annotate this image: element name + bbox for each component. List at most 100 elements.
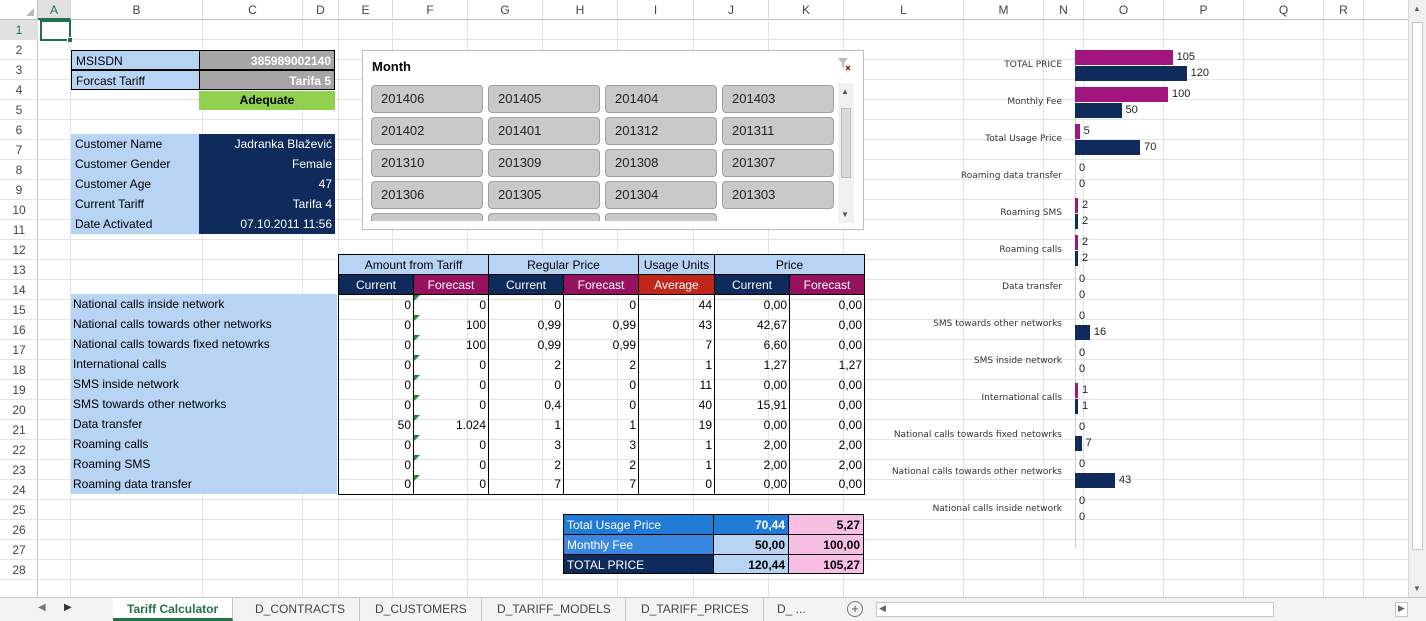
row-header[interactable]: 15 <box>0 300 38 320</box>
scroll-down-icon[interactable]: ▼ <box>841 210 849 219</box>
monthly-fee-current[interactable]: 50,00 <box>713 534 789 554</box>
table-cell[interactable]: 0,99 <box>563 314 639 335</box>
table-cell[interactable]: 0 <box>413 294 489 315</box>
table-cell[interactable]: 0 <box>488 294 564 315</box>
row-header[interactable]: 4 <box>0 80 38 100</box>
chart-bar[interactable] <box>1075 87 1168 102</box>
chart-bar[interactable] <box>1075 198 1078 213</box>
column-header[interactable]: J <box>694 0 769 20</box>
table-cell[interactable]: 42,67 <box>714 314 790 335</box>
table-cell[interactable]: 1,27 <box>714 354 790 375</box>
error-indicator-icon[interactable] <box>414 314 420 321</box>
table-cell[interactable]: 0 <box>413 394 489 415</box>
table-cell[interactable]: 1 <box>488 414 564 435</box>
total-usage-price-current[interactable]: 70,44 <box>713 514 789 534</box>
row-header[interactable]: 9 <box>0 180 38 200</box>
slicer-item[interactable]: 201310 <box>371 149 483 177</box>
table-cell[interactable]: 0 <box>563 394 639 415</box>
table-cell[interactable]: 0 <box>488 374 564 395</box>
table-cell[interactable]: 1 <box>638 354 715 375</box>
column-header[interactable]: K <box>769 0 844 20</box>
table-cell[interactable]: 3 <box>488 434 564 455</box>
row-header[interactable]: 28 <box>0 560 38 580</box>
row-header[interactable]: 27 <box>0 540 38 560</box>
slicer-scroll-thumb[interactable] <box>841 108 851 178</box>
table-cell[interactable]: 1,27 <box>789 354 865 375</box>
table-cell[interactable]: 0 <box>338 474 414 495</box>
column-header[interactable]: M <box>964 0 1044 20</box>
price-comparison-chart[interactable]: TOTAL PRICE 105 120 Monthly Fee 100 50 Total U… <box>870 40 1400 560</box>
row-header[interactable]: 8 <box>0 160 38 180</box>
row-header[interactable]: 24 <box>0 480 38 500</box>
slicer-item-partial[interactable] <box>488 213 600 221</box>
slicer-item[interactable]: 201303 <box>722 181 834 209</box>
column-header[interactable]: N <box>1044 0 1084 20</box>
row-header[interactable]: 20 <box>0 400 38 420</box>
sheet-tab[interactable]: D_ ... <box>763 598 820 621</box>
table-cell[interactable]: 100 <box>413 334 489 355</box>
slicer-item[interactable]: 201404 <box>605 85 717 113</box>
table-cell[interactable]: 0 <box>413 374 489 395</box>
table-cell[interactable]: 0 <box>338 294 414 315</box>
table-cell[interactable]: 0,00 <box>789 374 865 395</box>
table-cell[interactable]: 100 <box>413 314 489 335</box>
table-cell[interactable]: 0 <box>413 454 489 475</box>
table-cell[interactable]: 0 <box>413 474 489 495</box>
column-header[interactable]: F <box>393 0 468 20</box>
row-header[interactable]: 3 <box>0 60 38 80</box>
table-cell[interactable]: 0 <box>338 434 414 455</box>
slicer-item-partial[interactable] <box>371 213 483 221</box>
error-indicator-icon[interactable] <box>414 354 420 361</box>
table-cell[interactable]: 0,4 <box>488 394 564 415</box>
slicer-item[interactable]: 201403 <box>722 85 834 113</box>
slicer-item[interactable]: 201401 <box>488 117 600 145</box>
chart-bar[interactable] <box>1075 383 1078 398</box>
row-header[interactable]: 17 <box>0 340 38 360</box>
clear-filter-icon[interactable] <box>837 57 851 71</box>
msisdn-value[interactable]: 385989002140 <box>199 50 335 70</box>
chart-bar[interactable] <box>1075 251 1078 266</box>
row-header[interactable]: 21 <box>0 420 38 440</box>
chart-bar[interactable] <box>1075 325 1090 340</box>
error-indicator-icon[interactable] <box>414 334 420 341</box>
table-cell[interactable]: 43 <box>638 314 715 335</box>
row-header[interactable]: 2 <box>0 40 38 60</box>
table-cell[interactable]: 0 <box>338 334 414 355</box>
column-header[interactable]: Q <box>1244 0 1324 20</box>
scroll-down-icon[interactable]: ▼ <box>1413 584 1421 593</box>
table-cell[interactable]: 0 <box>638 474 715 495</box>
column-header[interactable]: H <box>543 0 618 20</box>
slicer-item[interactable]: 201304 <box>605 181 717 209</box>
table-cell[interactable]: 2,00 <box>714 454 790 475</box>
table-cell[interactable]: 0 <box>338 454 414 475</box>
month-slicer[interactable]: Month 201406 201405 201404 201403 201402 2014… <box>362 50 864 230</box>
customer-name-value[interactable]: Jadranka Blažević <box>199 134 335 154</box>
error-indicator-icon[interactable] <box>414 434 420 441</box>
table-cell[interactable]: 2,00 <box>789 454 865 475</box>
slicer-item[interactable]: 201307 <box>722 149 834 177</box>
table-cell[interactable]: 0 <box>338 374 414 395</box>
slicer-item[interactable]: 201308 <box>605 149 717 177</box>
chart-bar[interactable] <box>1075 66 1187 81</box>
total-usage-price-forecast[interactable]: 5,27 <box>788 514 864 534</box>
slicer-scrollbar[interactable]: ▲ ▼ <box>838 83 854 223</box>
error-indicator-icon[interactable] <box>414 394 420 401</box>
column-header[interactable]: B <box>71 0 203 20</box>
slicer-item[interactable]: 201402 <box>371 117 483 145</box>
monthly-fee-forecast[interactable]: 100,00 <box>788 534 864 554</box>
table-cell[interactable]: 40 <box>638 394 715 415</box>
chart-bar[interactable] <box>1075 436 1082 451</box>
date-activated-value[interactable]: 07.10.2011 11:56 <box>199 214 335 234</box>
chart-bar[interactable] <box>1075 103 1122 118</box>
current-tariff-value[interactable]: Tarifa 4 <box>199 194 335 214</box>
scroll-up-icon[interactable]: ▲ <box>1413 4 1421 13</box>
horizontal-scrollbar[interactable]: ◀ <box>876 602 1274 617</box>
slicer-item[interactable]: 201306 <box>371 181 483 209</box>
table-cell[interactable]: 7 <box>488 474 564 495</box>
table-cell[interactable]: 0,00 <box>789 414 865 435</box>
row-header[interactable]: 19 <box>0 380 38 400</box>
chart-bar[interactable] <box>1075 235 1078 250</box>
row-header[interactable]: 23 <box>0 460 38 480</box>
table-cell[interactable]: 0,00 <box>789 474 865 495</box>
table-cell[interactable]: 50 <box>338 414 414 435</box>
